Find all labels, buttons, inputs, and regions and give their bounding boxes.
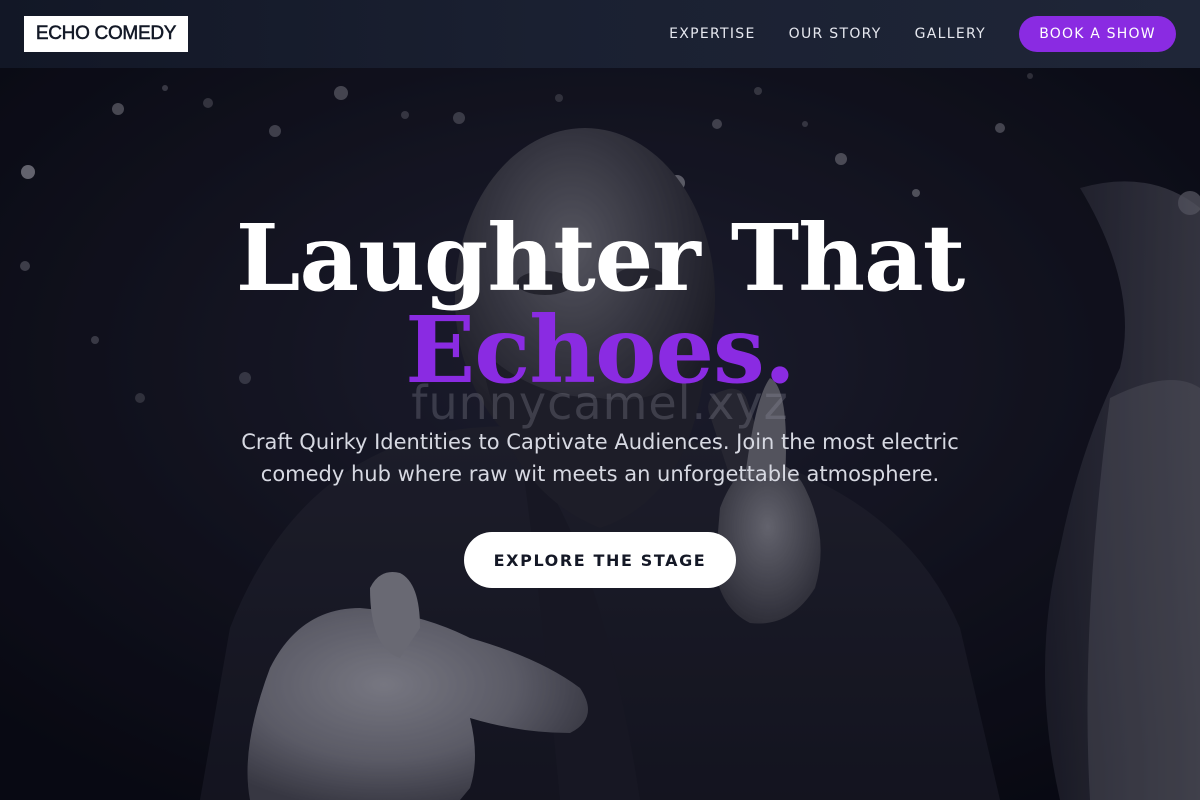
nav-link-expertise[interactable]: EXPERTISE bbox=[669, 26, 756, 42]
watermark: funnycamel.xyz bbox=[411, 376, 789, 430]
navbar: ECHO COMEDY EXPERTISE OUR STORY GALLERY … bbox=[0, 0, 1200, 68]
hero-section: Laughter That Echoes. funnycamel.xyz Cra… bbox=[0, 68, 1200, 800]
hero-subtitle: Craft Quirky Identities to Captivate Aud… bbox=[241, 430, 959, 486]
nav-links: EXPERTISE OUR STORY GALLERY bbox=[636, 0, 986, 68]
book-a-show-button[interactable]: BOOK A SHOW bbox=[1019, 16, 1176, 52]
landing-page: ECHO COMEDY EXPERTISE OUR STORY GALLERY … bbox=[0, 0, 1200, 800]
nav-link-gallery[interactable]: GALLERY bbox=[915, 26, 986, 42]
nav-link-our-story[interactable]: OUR STORY bbox=[789, 26, 882, 42]
logo[interactable]: ECHO COMEDY bbox=[24, 16, 188, 52]
explore-the-stage-button[interactable]: EXPLORE THE STAGE bbox=[464, 532, 736, 588]
hero-headline-line1: Laughter That bbox=[235, 204, 965, 312]
